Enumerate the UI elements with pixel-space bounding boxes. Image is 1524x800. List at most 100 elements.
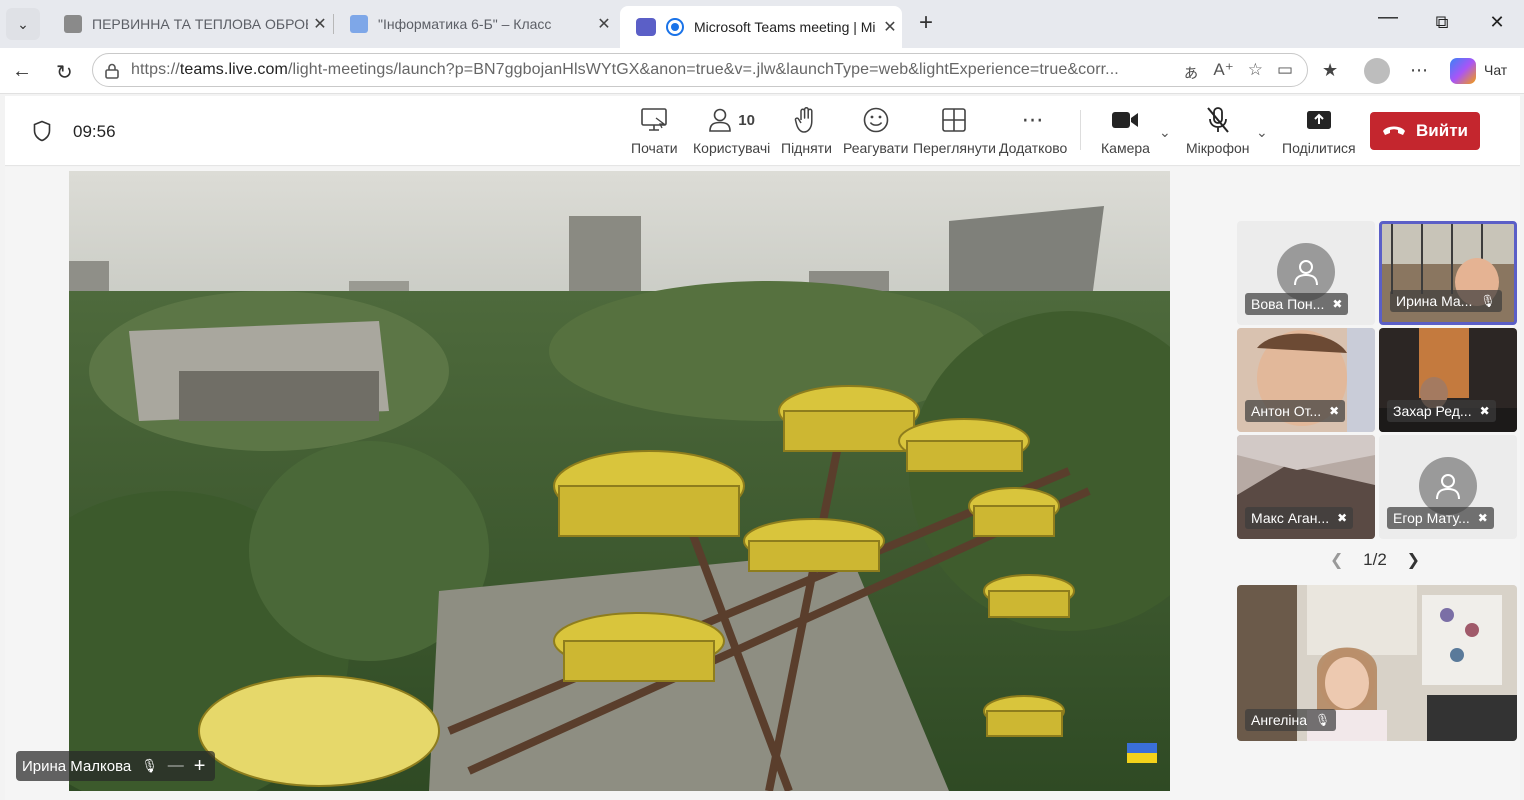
restore-window-icon[interactable]: ⧉: [1427, 12, 1457, 33]
leave-label: Вийти: [1416, 121, 1468, 140]
read-aloud-icon[interactable]: A⁺: [1213, 60, 1233, 80]
url-field[interactable]: https://teams.live.com/light-meetings/la…: [92, 53, 1308, 87]
copilot-chat-label[interactable]: Чат: [1484, 62, 1507, 78]
more-menu-icon[interactable]: ⋯: [1410, 60, 1429, 81]
leave-button[interactable]: Вийти: [1370, 112, 1480, 150]
camera-options-chevron-icon[interactable]: ⌄: [1159, 124, 1171, 141]
slides-favicon-icon: [64, 15, 82, 33]
raise-hand-button[interactable]: Підняти: [781, 104, 832, 156]
mic-muted-icon: [1205, 104, 1231, 136]
video-popout-icon[interactable]: ▭: [1277, 60, 1293, 80]
participant-label: Захар Ред... ✖: [1387, 400, 1496, 422]
more-label: Додатково: [999, 140, 1068, 156]
participant-tile-2-speaking[interactable]: Ирина Ма... 🎙: [1379, 221, 1517, 325]
favorite-star-icon[interactable]: ☆: [1248, 60, 1263, 80]
participant-tile-1[interactable]: Вова Пон... ✖: [1237, 221, 1375, 325]
raise-label: Підняти: [781, 140, 832, 156]
share-screen-icon: [640, 104, 668, 136]
url-text: https://teams.live.com/light-meetings/la…: [131, 61, 1119, 78]
grid-view-icon: [941, 104, 967, 136]
participant-tile-6[interactable]: Егор Мату... ✖: [1379, 435, 1517, 539]
close-window-icon[interactable]: ✕: [1482, 12, 1512, 33]
browser-tab-2[interactable]: "Інформатика 6-Б" – Класс ✕: [334, 6, 616, 42]
mic-muted-icon: ✖: [1329, 404, 1340, 418]
participant-label: Ирина Ма... 🎙: [1390, 290, 1502, 312]
participant-label: Антон От... ✖: [1245, 400, 1346, 422]
shared-screen-content: [69, 171, 1170, 791]
close-tab-icon[interactable]: ✕: [878, 17, 902, 37]
browser-tab-1[interactable]: ПЕРВИННА ТА ТЕПЛОВА ОБРОБКА ✕: [48, 6, 332, 42]
start-presenting-button[interactable]: Почати: [631, 104, 678, 156]
tab-title: ПЕРВИННА ТА ТЕПЛОВА ОБРОБКА: [92, 16, 308, 32]
meeting-timer: 09:56: [73, 122, 116, 141]
mic-icon: 🎙: [1315, 713, 1331, 727]
mic-options-chevron-icon[interactable]: ⌄: [1256, 124, 1268, 141]
people-count: 10: [738, 111, 755, 129]
participant-tile-4[interactable]: Захар Ред... ✖: [1379, 328, 1517, 432]
participant-tile-5[interactable]: Макс Аган... ✖: [1237, 435, 1375, 539]
chevron-right-icon[interactable]: ❯: [1407, 550, 1420, 570]
presenter-name: Ирина Малкова: [22, 757, 132, 775]
react-button[interactable]: Реагувати: [843, 104, 908, 156]
browser-tab-bar: ⌄ ПЕРВИННА ТА ТЕПЛОВА ОБРОБКА ✕ "Інформа…: [0, 0, 1524, 48]
react-label: Реагувати: [843, 140, 909, 156]
lock-icon: [105, 63, 119, 79]
participant-tile-3[interactable]: Антон От... ✖: [1237, 328, 1375, 432]
refresh-icon[interactable]: ↻: [56, 60, 73, 85]
classroom-favicon-icon: [350, 15, 368, 33]
mic-muted-icon: ✖: [1477, 511, 1488, 525]
copilot-icon[interactable]: [1450, 58, 1476, 84]
shield-icon: [33, 120, 51, 142]
people-label: Користувачі: [693, 140, 771, 156]
chevron-left-icon[interactable]: ❮: [1330, 550, 1343, 570]
tab-title: "Інформатика 6-Б" – Класс: [378, 16, 552, 32]
close-tab-icon[interactable]: ✕: [308, 14, 332, 34]
mic-muted-icon: ✖: [1332, 297, 1343, 311]
people-button[interactable]: 10 Користувачі: [693, 104, 770, 156]
camera-button[interactable]: Камера: [1101, 104, 1150, 156]
new-tab-plus-icon[interactable]: +: [912, 10, 940, 38]
camera-label: Камера: [1101, 140, 1150, 156]
recording-indicator-icon: [666, 18, 684, 36]
tab-title: Microsoft Teams meeting | Mi: [694, 19, 876, 35]
back-arrow-icon[interactable]: ←: [12, 60, 32, 83]
smiley-icon: [862, 104, 890, 136]
phone-hangup-icon: [1382, 121, 1406, 141]
minimize-window-icon[interactable]: —: [1373, 6, 1403, 29]
share-tray-icon: [1306, 104, 1332, 136]
teams-favicon-icon: [636, 18, 656, 36]
mic-icon: 🎙: [1480, 294, 1496, 308]
close-tab-icon[interactable]: ✕: [592, 14, 616, 34]
participant-label: Егор Мату... ✖: [1387, 507, 1494, 529]
share-button[interactable]: Поділитися: [1282, 104, 1356, 156]
mic-icon: 🎙: [141, 758, 158, 773]
more-button[interactable]: ⋯ Додатково: [999, 104, 1067, 156]
people-group: 10: [708, 104, 755, 136]
meeting-toolbar: 09:56 Почати 10 Користувачі Підняти Реаг…: [5, 96, 1520, 166]
favorites-icon[interactable]: ★: [1322, 60, 1338, 81]
browser-tab-3-active[interactable]: Microsoft Teams meeting | Mi ✕: [620, 6, 902, 48]
shared-photo-ferris-wheel: [69, 171, 1170, 791]
presenter-name-bar: Ирина Малкова 🎙 — +: [16, 751, 216, 781]
view-label: Переглянути: [913, 140, 996, 156]
microphone-button[interactable]: Мікрофон: [1186, 104, 1250, 156]
zoom-out-icon[interactable]: —: [168, 757, 184, 775]
chevron-down-icon: ⌄: [17, 15, 29, 32]
participant-label: Ангеліна 🎙: [1245, 709, 1337, 731]
view-button[interactable]: Переглянути: [913, 104, 996, 156]
profile-avatar-icon[interactable]: [1364, 58, 1390, 84]
participant-label: Вова Пон... ✖: [1245, 293, 1349, 315]
raise-hand-icon: [794, 104, 818, 136]
zoom-in-icon[interactable]: +: [194, 755, 206, 778]
mic-muted-icon: ✖: [1337, 511, 1348, 525]
mic-label: Мікрофон: [1186, 140, 1250, 156]
browser-address-bar: ← ↻ https://teams.live.com/light-meeting…: [0, 48, 1524, 94]
tab-actions-menu-button[interactable]: ⌄: [6, 8, 40, 40]
people-icon: [709, 108, 732, 132]
start-label: Почати: [631, 140, 678, 156]
share-label: Поділитися: [1282, 140, 1356, 156]
self-view-tile[interactable]: Ангеліна 🎙: [1237, 585, 1517, 741]
participant-pager: ❮ 1/2 ❯: [1330, 550, 1420, 570]
toolbar-divider: [1080, 110, 1081, 150]
translate-icon[interactable]: ぁ: [1182, 58, 1199, 83]
